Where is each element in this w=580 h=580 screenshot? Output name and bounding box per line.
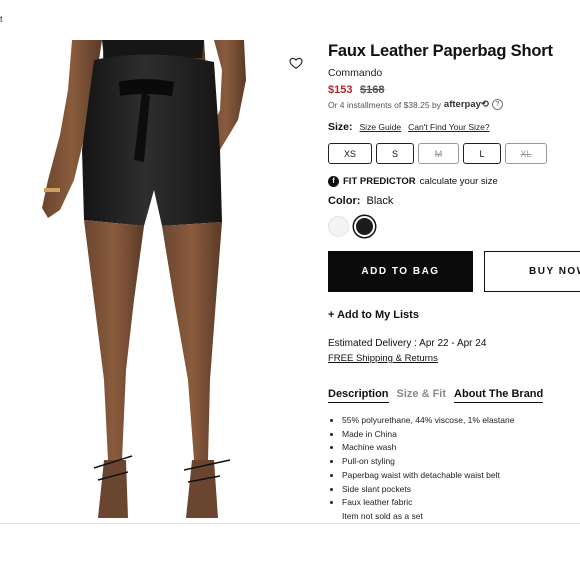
installments-info: Or 4 installments of $38.25 by afterpay⟲…: [328, 99, 503, 110]
product-image[interactable]: [24, 40, 260, 524]
afterpay-label: afterpay: [443, 99, 481, 110]
description-list: 55% polyurethane, 44% viscose, 1% elasta…: [328, 414, 514, 524]
color-header: Color: Black: [328, 195, 393, 207]
size-guide-link[interactable]: Size Guide: [360, 122, 402, 132]
list-item: Made in China: [342, 428, 514, 442]
color-swatches: [328, 216, 375, 237]
list-item-text: Faux leather fabric: [342, 497, 413, 508]
model-illustration: [42, 40, 246, 518]
add-to-bag-button[interactable]: ADD TO BAG: [328, 251, 473, 292]
fit-predictor-icon: f: [328, 176, 339, 187]
bottom-divider: [0, 523, 580, 524]
original-price: $168: [360, 84, 385, 96]
color-swatch-black[interactable]: [354, 216, 375, 237]
color-label: Color:: [328, 195, 361, 207]
list-item: Faux leather fabric Item not sold as a s…: [342, 496, 514, 523]
selected-color: Black: [366, 195, 394, 207]
list-item: Pull-on styling: [342, 455, 514, 469]
list-item-subtext: Item not sold as a set: [342, 510, 423, 521]
sale-price: $153: [328, 84, 353, 96]
list-item: 55% polyurethane, 44% viscose, 1% elasta…: [342, 414, 514, 428]
color-swatch-white[interactable]: [328, 216, 349, 237]
product-info-tabs: Description Size & Fit About The Brand: [328, 388, 544, 403]
product-title: Faux Leather Paperbag Short: [328, 42, 553, 60]
product-details-panel: Faux Leather Paperbag Short Commando $15…: [328, 0, 580, 530]
product-brand[interactable]: Commando: [328, 67, 382, 79]
installments-text: Or 4 installments of $38.25 by: [328, 99, 441, 110]
add-to-lists-link[interactable]: + Add to My Lists: [328, 309, 419, 321]
cant-find-size-link[interactable]: Can't Find Your Size?: [408, 122, 489, 132]
list-item: Paperbag waist with detachable waist bel…: [342, 469, 514, 483]
tab-description[interactable]: Description: [328, 388, 389, 403]
size-option-l[interactable]: L: [463, 143, 501, 164]
size-label: Size:: [328, 121, 353, 133]
fit-predictor-subtitle: calculate your size: [419, 176, 498, 187]
afterpay-logo: afterpay⟲: [443, 99, 489, 110]
buy-now-button[interactable]: BUY NOW: [484, 251, 580, 292]
size-option-xs[interactable]: XS: [328, 143, 372, 164]
size-option-m[interactable]: M: [418, 143, 459, 164]
size-option-xl[interactable]: XL: [505, 143, 547, 164]
list-item: Side slant pockets: [342, 483, 514, 497]
size-options: XS S M L XL: [328, 143, 547, 164]
size-header: Size: Size Guide Can't Find Your Size?: [328, 121, 490, 133]
question-icon[interactable]: ?: [491, 99, 503, 110]
tab-about-brand[interactable]: About The Brand: [454, 388, 544, 403]
cropped-text-fragment: t: [0, 14, 3, 24]
wishlist-heart-icon[interactable]: [289, 56, 303, 70]
fit-predictor-title: FIT PREDICTOR: [343, 176, 416, 187]
list-item: Machine wash: [342, 441, 514, 455]
free-shipping-link[interactable]: FREE Shipping & Returns: [328, 353, 438, 364]
fit-predictor[interactable]: f FIT PREDICTOR calculate your size: [328, 176, 498, 187]
tab-size-fit[interactable]: Size & Fit: [397, 388, 447, 403]
size-option-s[interactable]: S: [376, 143, 414, 164]
estimated-delivery: Estimated Delivery : Apr 22 - Apr 24: [328, 338, 487, 349]
